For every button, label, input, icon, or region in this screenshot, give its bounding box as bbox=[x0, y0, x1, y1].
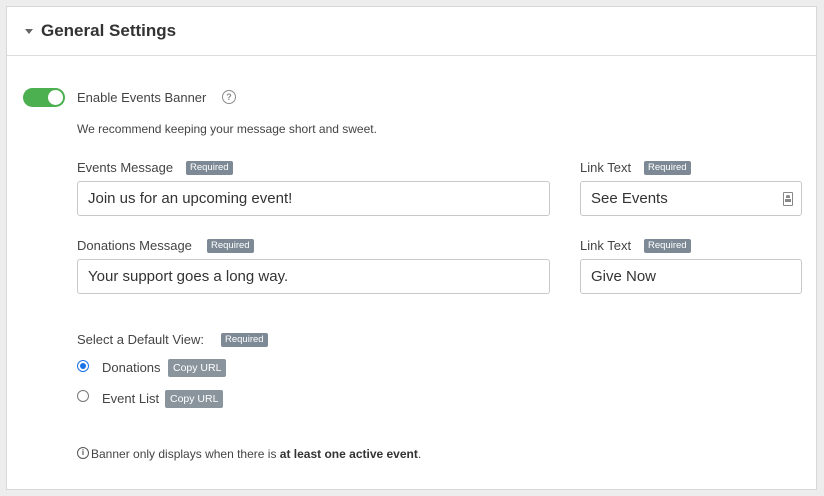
donations-radio[interactable] bbox=[77, 360, 89, 372]
events-link-text-input[interactable]: See Events bbox=[580, 181, 802, 216]
footnote-prefix: Banner only displays when there is bbox=[91, 447, 280, 461]
events-link-text-label: Link Text bbox=[580, 160, 632, 175]
copy-donations-url-button[interactable]: Copy URL bbox=[168, 359, 227, 377]
general-settings-panel: General Settings Enable Events Banner ? … bbox=[6, 6, 817, 490]
recommendation-text: We recommend keeping your message short … bbox=[77, 122, 377, 136]
event-list-radio-label[interactable]: Event List bbox=[102, 391, 159, 406]
toggle-label: Enable Events Banner bbox=[77, 90, 207, 105]
required-badge: Required bbox=[644, 161, 691, 175]
enable-events-banner-toggle[interactable] bbox=[23, 88, 65, 107]
events-message-input[interactable]: Join us for an upcoming event! bbox=[77, 181, 550, 216]
required-badge: Required bbox=[207, 239, 254, 253]
info-icon: i bbox=[77, 447, 89, 459]
section-title: General Settings bbox=[41, 21, 177, 40]
donations-radio-label[interactable]: Donations bbox=[102, 360, 161, 375]
contact-card-icon bbox=[783, 192, 793, 206]
required-badge: Required bbox=[644, 239, 691, 253]
donations-link-text-label: Link Text bbox=[580, 238, 632, 253]
footnote-bold: at least one active event bbox=[279, 447, 418, 461]
copy-event-list-url-button[interactable]: Copy URL bbox=[165, 390, 224, 408]
required-badge: Required bbox=[221, 333, 268, 347]
events-message-label: Events Message bbox=[77, 160, 174, 175]
required-badge: Required bbox=[186, 161, 233, 175]
footnote-suffix: . bbox=[417, 447, 422, 461]
donations-link-text-input[interactable]: Give Now bbox=[580, 259, 802, 294]
section-header[interactable]: General Settings bbox=[7, 7, 816, 56]
events-link-text-value: See Events bbox=[591, 190, 668, 207]
toggle-knob bbox=[48, 90, 63, 105]
donations-message-label: Donations Message bbox=[77, 238, 192, 253]
event-list-radio[interactable] bbox=[77, 390, 89, 402]
donations-message-input[interactable]: Your support goes a long way. bbox=[77, 259, 550, 294]
banner-footnote: Banner only displays when there is at le… bbox=[91, 447, 421, 461]
default-view-label: Select a Default View: bbox=[77, 332, 204, 347]
help-icon[interactable]: ? bbox=[222, 90, 236, 104]
caret-down-icon[interactable] bbox=[25, 29, 33, 34]
